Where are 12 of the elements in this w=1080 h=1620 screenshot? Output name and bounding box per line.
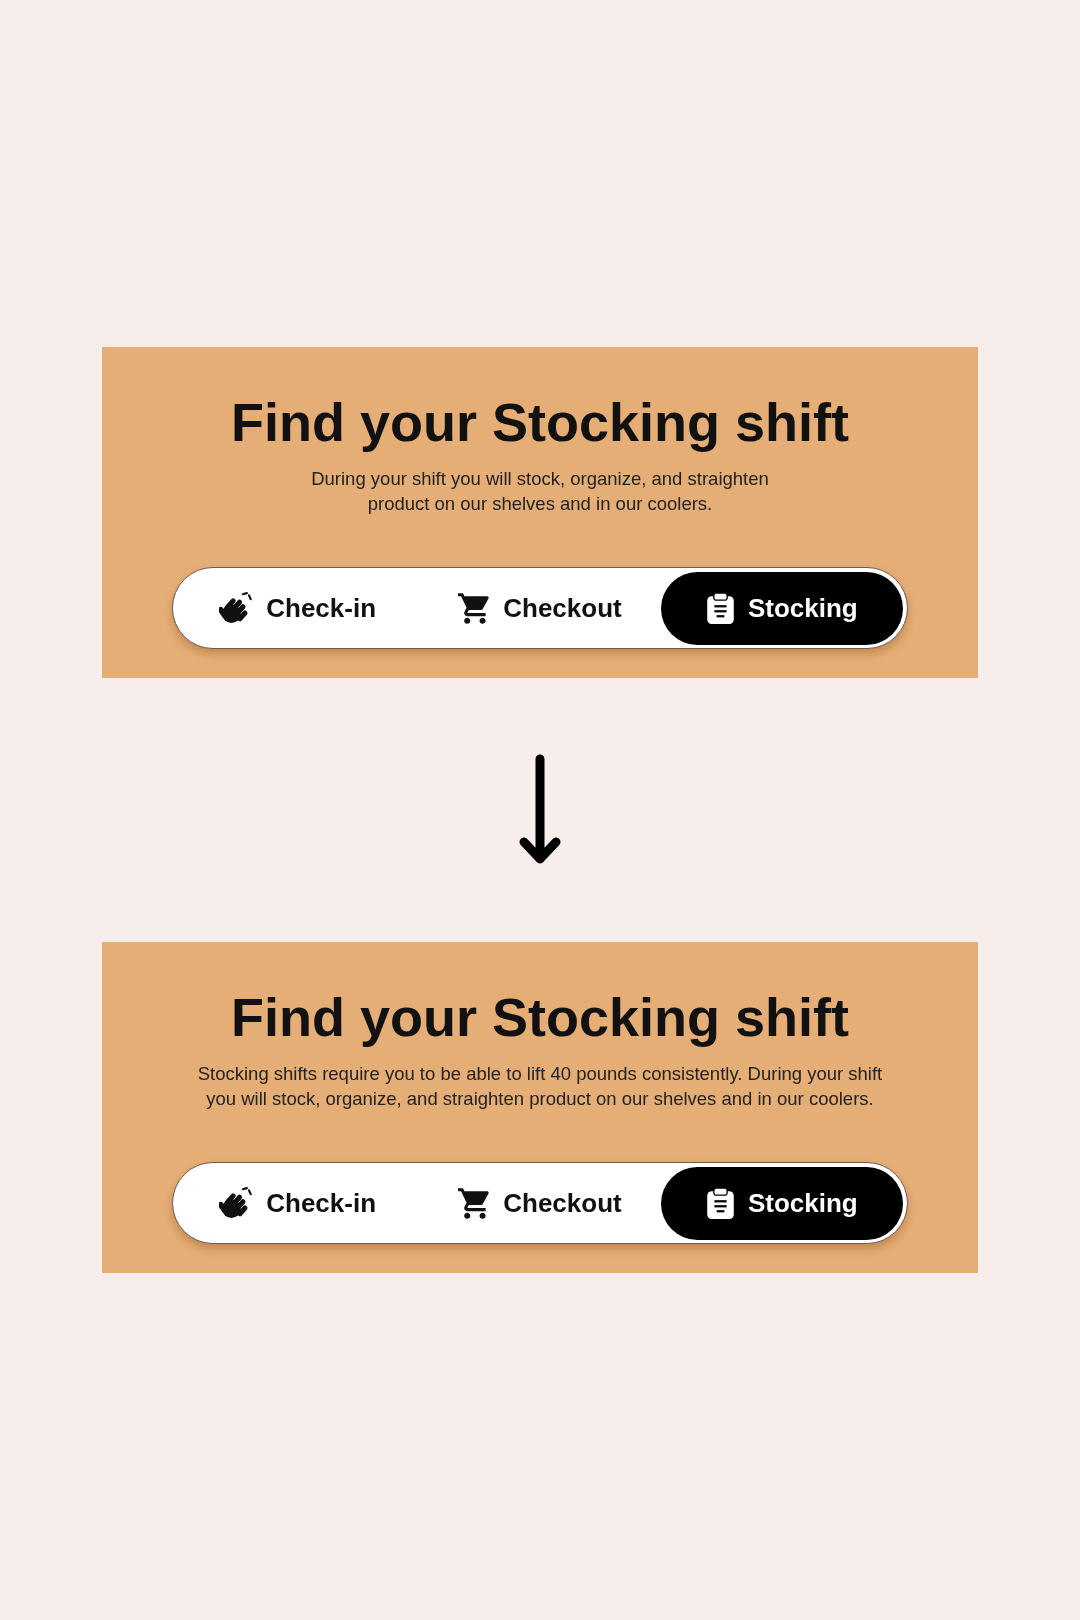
shopping-cart-icon	[458, 592, 490, 624]
waving-hand-icon	[219, 1187, 253, 1219]
description: Stocking shifts require you to be able to lift 40 pounds consistently. During your shift you will stock, organize, and straighten product on our shelves and in our coolers.	[196, 1062, 884, 1111]
heading: Find your Stocking shift	[231, 986, 849, 1048]
heading: Find your Stocking shift	[231, 391, 849, 453]
clipboard-icon	[706, 1187, 734, 1219]
description: During your shift you will stock, organize, and straighten product on our shelves and in our coolers.	[310, 467, 770, 516]
waving-hand-icon	[219, 592, 253, 624]
tab[interactable]: Stocking	[661, 571, 904, 645]
tab[interactable]: Stocking	[661, 1166, 904, 1240]
shopping-cart-icon	[458, 1187, 490, 1219]
clipboard-icon	[706, 592, 734, 624]
